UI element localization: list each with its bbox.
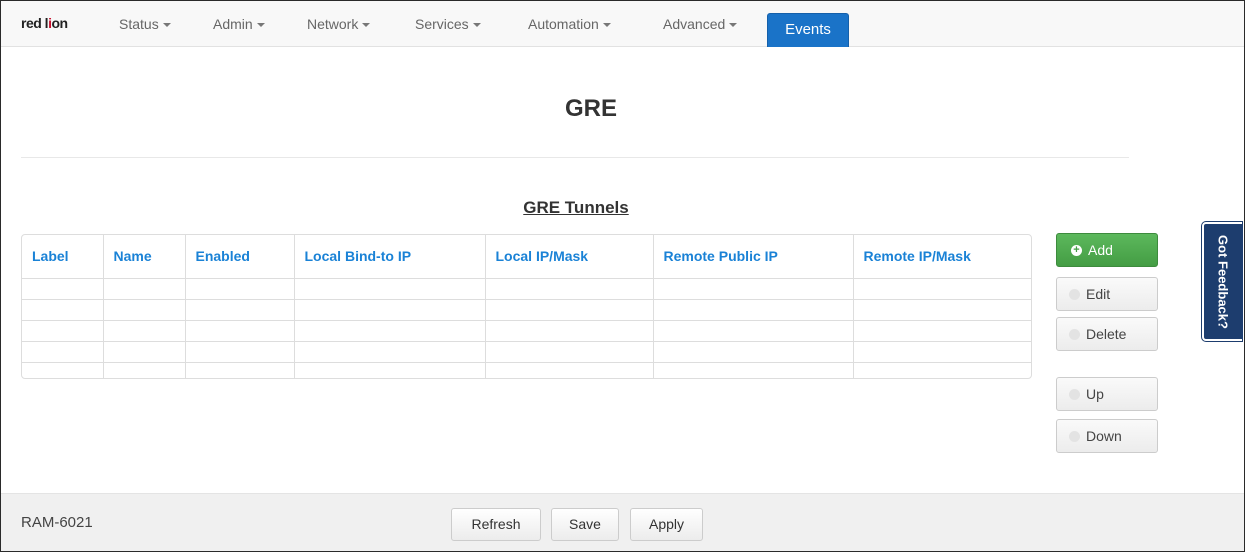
nav-status-menu[interactable]: Status bbox=[119, 1, 171, 47]
refresh-button[interactable]: Refresh bbox=[451, 508, 541, 541]
edit-icon bbox=[1069, 288, 1080, 300]
save-button[interactable]: Save bbox=[551, 508, 619, 541]
table-cell bbox=[22, 320, 104, 342]
table-cell bbox=[185, 278, 295, 300]
arrow-up-icon bbox=[1069, 388, 1080, 400]
table-cell bbox=[485, 341, 654, 363]
move-down-button[interactable]: Down bbox=[1056, 419, 1158, 453]
column-header-name[interactable]: Name bbox=[103, 235, 186, 279]
nav-events-tab[interactable]: Events bbox=[767, 13, 849, 47]
feedback-tab[interactable]: Got Feedback? bbox=[1201, 221, 1243, 342]
table-cell bbox=[853, 362, 1031, 378]
table-cell bbox=[485, 278, 654, 300]
feedback-label: Got Feedback? bbox=[1215, 234, 1231, 329]
caret-down-icon bbox=[256, 23, 265, 28]
table-cell bbox=[853, 320, 1031, 342]
table-cell bbox=[653, 341, 854, 363]
nav-network-label: Network bbox=[307, 16, 359, 32]
table-cell bbox=[294, 299, 486, 321]
table-cell bbox=[185, 299, 295, 321]
caret-down-icon bbox=[602, 23, 611, 28]
table-header-row: Label Name Enabled Local Bind-to IP Loca… bbox=[22, 235, 1031, 279]
caret-down-icon bbox=[729, 23, 738, 28]
table-row[interactable] bbox=[22, 341, 1031, 363]
column-header-remote-public-ip[interactable]: Remote Public IP bbox=[653, 235, 854, 279]
table-cell bbox=[185, 362, 295, 378]
apply-button[interactable]: Apply bbox=[630, 508, 703, 541]
edit-button-label: Edit bbox=[1086, 286, 1111, 302]
edit-button[interactable]: Edit bbox=[1056, 277, 1158, 311]
nav-automation-label: Automation bbox=[528, 16, 599, 32]
nav-advanced-menu[interactable]: Advanced bbox=[663, 1, 738, 47]
move-up-button[interactable]: Up bbox=[1056, 377, 1158, 411]
logo-text-b: on bbox=[51, 15, 68, 31]
footer-bar: RAM-6021 Refresh Save Apply bbox=[1, 493, 1244, 551]
table-cell bbox=[22, 362, 104, 378]
table-cell bbox=[22, 299, 104, 321]
table-cell bbox=[185, 320, 295, 342]
table-cell bbox=[653, 278, 854, 300]
nav-automation-menu[interactable]: Automation bbox=[528, 1, 611, 47]
delete-button-label: Delete bbox=[1086, 326, 1127, 342]
nav-network-menu[interactable]: Network bbox=[307, 1, 371, 47]
table-row[interactable] bbox=[22, 299, 1031, 321]
logo-text-a: red l bbox=[21, 15, 49, 31]
table-cell bbox=[103, 362, 186, 378]
column-header-local-ip-mask[interactable]: Local IP/Mask bbox=[485, 235, 654, 279]
top-navbar: red lion Status Admin Network Services A… bbox=[1, 1, 1244, 47]
gre-tunnels-table: Label Name Enabled Local Bind-to IP Loca… bbox=[21, 234, 1032, 379]
arrow-down-icon bbox=[1069, 430, 1080, 442]
table-cell bbox=[485, 320, 654, 342]
table-cell bbox=[22, 278, 104, 300]
add-button[interactable]: + Add bbox=[1056, 233, 1158, 267]
plus-circle-icon: + bbox=[1071, 244, 1082, 256]
nav-admin-label: Admin bbox=[213, 16, 253, 32]
table-cell bbox=[485, 299, 654, 321]
nav-services-menu[interactable]: Services bbox=[415, 1, 481, 47]
table-cell bbox=[653, 299, 854, 321]
column-header-enabled[interactable]: Enabled bbox=[185, 235, 295, 279]
table-cell bbox=[294, 362, 486, 378]
table-cell bbox=[103, 341, 186, 363]
table-cell bbox=[653, 320, 854, 342]
column-header-remote-ip-mask[interactable]: Remote IP/Mask bbox=[853, 235, 1031, 279]
add-button-label: Add bbox=[1088, 242, 1113, 258]
table-cell bbox=[853, 278, 1031, 300]
caret-down-icon bbox=[162, 23, 171, 28]
table-row[interactable] bbox=[22, 278, 1031, 300]
minus-circle-icon bbox=[1069, 328, 1080, 340]
table-cell bbox=[853, 299, 1031, 321]
table-row[interactable] bbox=[22, 362, 1031, 378]
column-header-local-bind-ip[interactable]: Local Bind-to IP bbox=[294, 235, 486, 279]
table-row[interactable] bbox=[22, 320, 1031, 342]
page-title: GRE bbox=[564, 95, 617, 122]
table-cell bbox=[294, 278, 486, 300]
table-cell bbox=[103, 278, 186, 300]
nav-admin-menu[interactable]: Admin bbox=[213, 1, 265, 47]
table-cell bbox=[185, 341, 295, 363]
down-button-label: Down bbox=[1086, 428, 1122, 444]
column-header-label[interactable]: Label bbox=[22, 235, 104, 279]
table-cell bbox=[653, 362, 854, 378]
table-cell bbox=[485, 362, 654, 378]
section-title: GRE Tunnels bbox=[523, 198, 629, 217]
caret-down-icon bbox=[472, 23, 481, 28]
delete-button[interactable]: Delete bbox=[1056, 317, 1158, 351]
divider bbox=[21, 157, 1129, 158]
redlion-logo[interactable]: red lion bbox=[21, 15, 68, 31]
nav-services-label: Services bbox=[415, 16, 469, 32]
nav-advanced-label: Advanced bbox=[663, 16, 726, 32]
nav-status-label: Status bbox=[119, 16, 159, 32]
table-cell bbox=[103, 299, 186, 321]
table-cell bbox=[853, 341, 1031, 363]
table-cell bbox=[294, 320, 486, 342]
table-cell bbox=[22, 341, 104, 363]
up-button-label: Up bbox=[1086, 386, 1104, 402]
caret-down-icon bbox=[362, 23, 371, 28]
table-cell bbox=[103, 320, 186, 342]
device-model: RAM-6021 bbox=[21, 514, 93, 531]
table-cell bbox=[294, 341, 486, 363]
